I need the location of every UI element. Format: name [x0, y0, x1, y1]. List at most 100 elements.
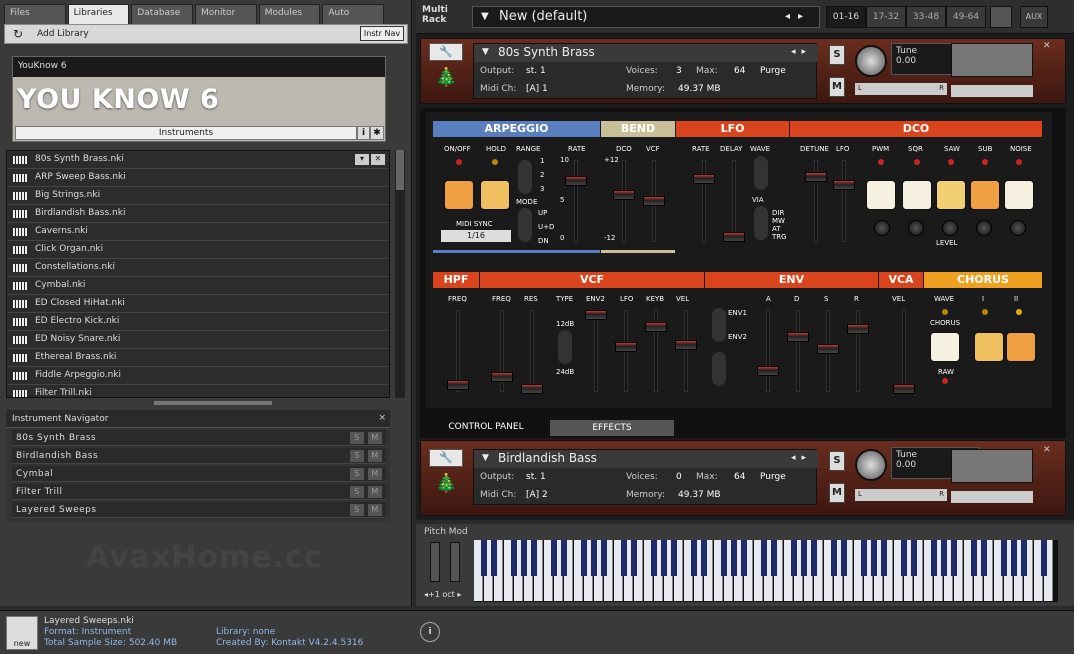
sub-button[interactable] — [970, 180, 1000, 210]
black-key[interactable] — [801, 540, 807, 576]
lfo-wave-switch[interactable] — [754, 156, 768, 190]
dropdown-icon[interactable]: ▼ — [481, 11, 489, 22]
chorus-i-button[interactable] — [974, 332, 1004, 362]
pan-slider[interactable]: LR — [855, 83, 947, 95]
lfo-delay-fader-cap[interactable] — [723, 232, 745, 242]
env-a-fader-cap[interactable] — [757, 366, 779, 376]
tune-knob[interactable] — [855, 449, 887, 481]
instrument-name-bar[interactable]: ▼ 80s Synth Brass ◂▸ — [474, 44, 818, 62]
noise-level-knob[interactable] — [1010, 220, 1026, 236]
info-icon[interactable]: i — [420, 622, 440, 642]
list-item[interactable]: Caverns.nki — [7, 223, 389, 241]
rack-view-icon[interactable] — [990, 6, 1012, 28]
piano-keyboard[interactable] — [474, 540, 1058, 602]
env-r-fader-cap[interactable] — [847, 324, 869, 334]
env-mode-switch[interactable] — [712, 352, 726, 386]
black-key[interactable] — [811, 540, 817, 576]
tab-modules[interactable]: Modules — [258, 4, 321, 24]
dco-lfo-fader[interactable] — [842, 160, 846, 242]
black-key[interactable] — [511, 540, 517, 576]
black-key[interactable] — [911, 540, 917, 576]
wrench-icon[interactable]: 🔧 — [429, 43, 463, 61]
black-key[interactable] — [631, 540, 637, 576]
black-key[interactable] — [691, 540, 697, 576]
env-select-switch[interactable] — [712, 308, 726, 342]
black-key[interactable] — [1041, 540, 1047, 576]
list-item[interactable]: ED Closed HiHat.nki — [7, 295, 389, 313]
mod-wheel[interactable] — [450, 542, 460, 582]
vcf-vel-fader-cap[interactable] — [675, 340, 697, 350]
dropdown-icon[interactable]: ▼ — [482, 453, 489, 463]
tab-files[interactable]: Files — [4, 4, 66, 24]
vcf-keyb-fader-cap[interactable] — [645, 322, 667, 332]
instrument-nav-icon[interactable]: ◂▸ — [791, 47, 812, 57]
list-item[interactable]: ED Noisy Snare.nki — [7, 331, 389, 349]
pwm-button[interactable] — [866, 180, 896, 210]
tab-control-panel[interactable]: CONTROL PANEL — [426, 418, 546, 436]
black-key[interactable] — [841, 540, 847, 576]
list-item[interactable]: Cymbal.nki — [7, 277, 389, 295]
arp-onoff-button[interactable] — [444, 180, 474, 210]
list-item[interactable]: Fiddle Arpeggio.nki — [7, 367, 389, 385]
list-item[interactable]: ED Electro Kick.nki — [7, 313, 389, 331]
dco-lfo-fader-cap[interactable] — [833, 180, 855, 190]
mute-button[interactable]: M — [368, 432, 382, 444]
navigator-item[interactable]: Layered Sweeps S M — [12, 502, 386, 518]
solo-button[interactable]: S — [350, 486, 364, 498]
mute-button[interactable]: M — [368, 486, 382, 498]
page-tab[interactable]: 01-16 — [826, 6, 866, 28]
close-icon[interactable]: × — [378, 413, 386, 423]
preset-nav-icon[interactable]: ◂▸ — [785, 11, 811, 22]
env-d-fader-cap[interactable] — [787, 332, 809, 342]
solo-button[interactable]: S — [350, 432, 364, 444]
navigator-item[interactable]: Birdlandish Bass S M — [12, 448, 386, 464]
saw-level-knob[interactable] — [942, 220, 958, 236]
page-tab[interactable]: 33-48 — [906, 6, 946, 28]
arp-rate-fader[interactable] — [574, 160, 578, 242]
solo-button[interactable]: S — [350, 468, 364, 480]
purge-button[interactable]: Purge — [760, 472, 786, 482]
black-key[interactable] — [1011, 540, 1017, 576]
tab-database[interactable]: Database — [131, 4, 194, 24]
black-key[interactable] — [771, 540, 777, 576]
mute-button[interactable]: M — [368, 468, 382, 480]
black-key[interactable] — [931, 540, 937, 576]
navigator-item[interactable]: Filter Trill S M — [12, 484, 386, 500]
black-key[interactable] — [981, 540, 987, 576]
env-r-fader[interactable] — [856, 310, 860, 392]
lfo-delay-fader[interactable] — [732, 160, 736, 242]
sqr-button[interactable] — [902, 180, 932, 210]
mute-button[interactable]: M — [368, 504, 382, 516]
dco-detune-fader-cap[interactable] — [805, 172, 827, 182]
black-key[interactable] — [731, 540, 737, 576]
info-icon[interactable]: i — [357, 126, 370, 140]
vca-vel-fader[interactable] — [902, 310, 906, 392]
bend-dco-fader-cap[interactable] — [613, 190, 635, 200]
instrument-nav-icon[interactable]: ◂▸ — [791, 453, 812, 463]
volume-slider[interactable] — [951, 491, 1033, 503]
hpf-freq-fader-cap[interactable] — [447, 380, 469, 390]
max-value[interactable]: 64 — [734, 66, 745, 76]
list-item[interactable]: Birdlandish Bass.nki — [7, 205, 389, 223]
vcf-env2-fader[interactable] — [594, 310, 598, 392]
file-list-scrollbar[interactable] — [395, 150, 405, 398]
black-key[interactable] — [491, 540, 497, 576]
vcf-res-fader-cap[interactable] — [521, 384, 543, 394]
arp-hold-button[interactable] — [480, 180, 510, 210]
black-key[interactable] — [831, 540, 837, 576]
solo-button[interactable]: S — [829, 451, 845, 471]
black-key[interactable] — [861, 540, 867, 576]
saw-button[interactable] — [936, 180, 966, 210]
pwm-level-knob[interactable] — [874, 220, 890, 236]
env-s-fader-cap[interactable] — [817, 344, 839, 354]
vcf-lfo-fader-cap[interactable] — [615, 342, 637, 352]
vcf-freq-fader-cap[interactable] — [491, 372, 513, 382]
black-key[interactable] — [601, 540, 607, 576]
add-library-label[interactable]: Add Library — [37, 29, 89, 39]
mute-button[interactable]: M — [368, 450, 382, 462]
chorus-wave-button[interactable] — [930, 332, 960, 362]
mute-button[interactable]: M — [829, 483, 845, 503]
lfo-via-switch[interactable] — [754, 206, 768, 240]
mode-switch[interactable] — [518, 208, 532, 242]
arp-rate-fader-cap[interactable] — [565, 176, 587, 186]
